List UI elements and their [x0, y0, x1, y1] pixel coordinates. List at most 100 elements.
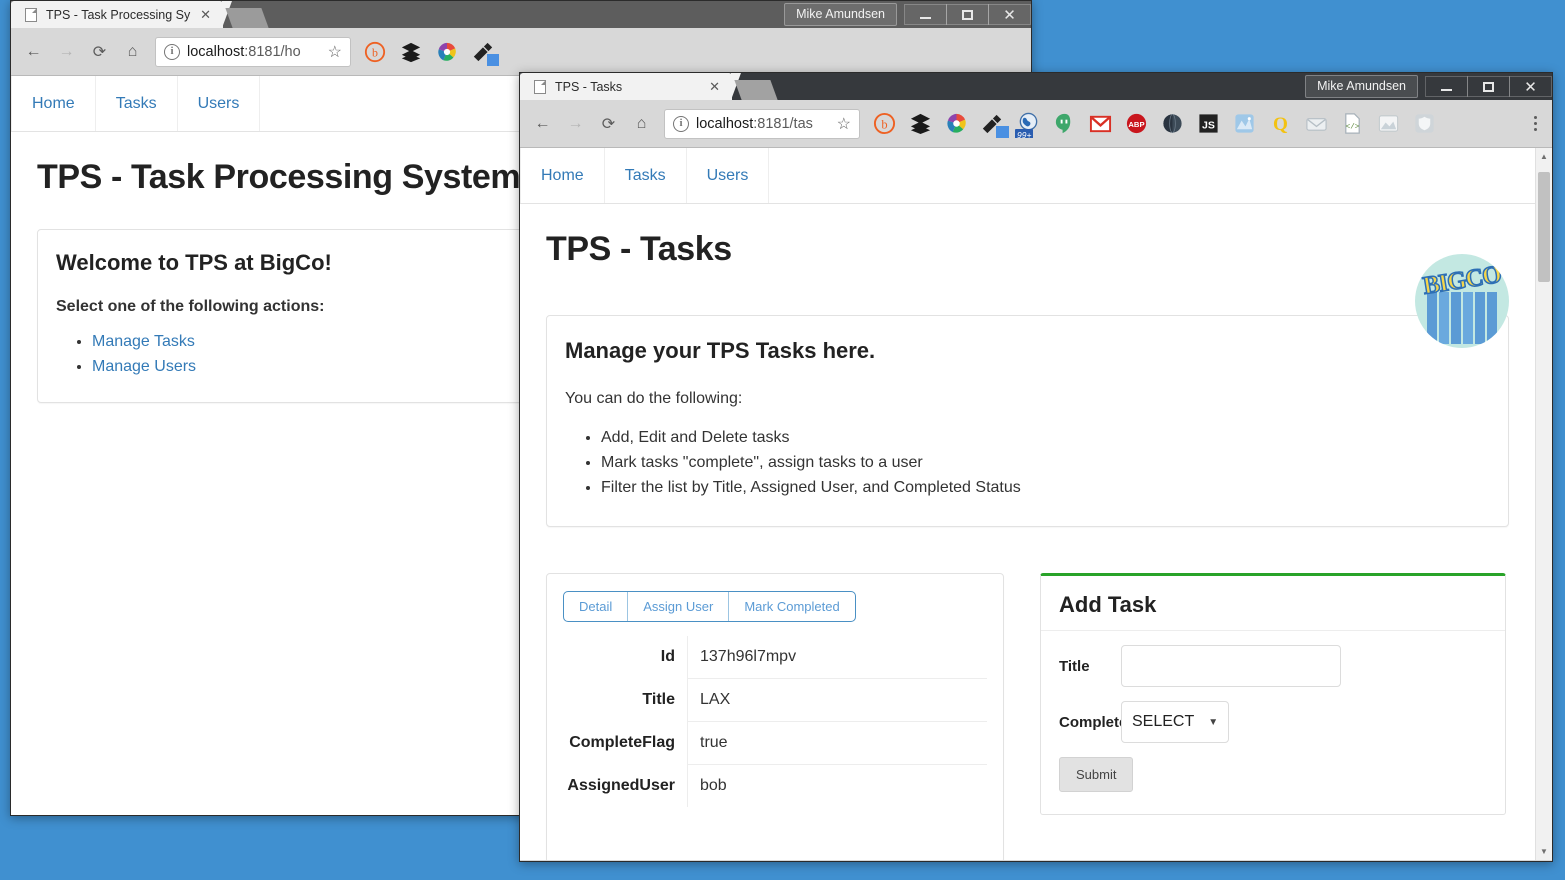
home-icon[interactable]: ⌂ [116, 35, 149, 68]
quora-icon[interactable]: Q [1266, 110, 1294, 138]
profile-name[interactable]: Mike Amundsen [1305, 75, 1418, 98]
maximize-button[interactable] [946, 4, 989, 25]
buffer-icon[interactable] [906, 110, 934, 138]
address-bar[interactable]: i localhost:8181/tas ☆ [664, 108, 860, 139]
submit-button[interactable]: Submit [1059, 757, 1134, 793]
back-icon[interactable]: ← [526, 107, 559, 140]
info-panel: Manage your TPS Tasks here. You can do t… [546, 315, 1509, 528]
window-titlebar[interactable]: TPS - Tasks ✕ Mike Amundsen ✕ [520, 73, 1552, 100]
close-button[interactable]: ✕ [988, 4, 1031, 25]
task-detail-card: Detail Assign User Mark Completed Id 137… [546, 573, 1004, 860]
scroll-up-arrow[interactable]: ▲ [1536, 148, 1552, 165]
hangouts-icon[interactable] [1050, 110, 1078, 138]
window-titlebar[interactable]: TPS - Task Processing Sy ✕ Mike Amundsen… [11, 1, 1031, 28]
site-info-icon[interactable]: i [673, 115, 689, 132]
scroll-down-arrow[interactable]: ▼ [1536, 843, 1552, 860]
url-host: localhost [187, 43, 245, 60]
reload-icon[interactable]: ⟳ [592, 107, 625, 140]
logo-building-bars [1427, 291, 1497, 345]
nav-item-home[interactable]: Home [520, 148, 605, 203]
tab-assign-user[interactable]: Assign User [628, 592, 730, 622]
hangouts-dialer-icon[interactable]: 99+ [1014, 110, 1042, 138]
extension-icons: b 99+ ABP JS Q </> [866, 110, 1524, 138]
new-tab-button[interactable] [734, 80, 778, 100]
field-value-assigneduser: bob [700, 777, 727, 795]
bitly-icon[interactable]: b [361, 38, 389, 66]
new-tab-button[interactable] [225, 8, 269, 28]
color-wheel-icon[interactable] [942, 110, 970, 138]
minimize-button[interactable] [904, 4, 947, 25]
page-scrollbar[interactable]: ▲ ▼ [1535, 148, 1552, 860]
bookmark-star-icon[interactable]: ☆ [837, 114, 851, 134]
bigco-logo: BIGCO [1415, 254, 1509, 348]
title-label: Title [1059, 657, 1090, 675]
page-content: BIGCO TPS - Tasks Manage your TPS Tasks … [520, 230, 1535, 860]
url-path: :8181/ho [244, 43, 301, 60]
network-icon[interactable] [1230, 110, 1258, 138]
chevron-down-icon: ▼ [1208, 716, 1219, 728]
tab-detail[interactable]: Detail [564, 592, 629, 622]
nav-item-users[interactable]: Users [687, 148, 770, 203]
profile-name[interactable]: Mike Amundsen [784, 3, 897, 26]
page-viewport: ▲ ▼ Home Tasks Users BIGCO TPS - Tasks M… [520, 148, 1552, 860]
envelope-icon[interactable] [1302, 110, 1330, 138]
shield-icon[interactable] [1410, 110, 1438, 138]
tab-title: TPS - Task Processing Sy [46, 7, 191, 22]
scrollbar-thumb[interactable] [1538, 172, 1550, 282]
field-label-id: Id [563, 636, 688, 680]
page-title: TPS - Tasks [546, 230, 732, 268]
title-input[interactable] [1121, 645, 1341, 688]
complete-field-row: Complete SELECT ▼ [1041, 701, 1505, 744]
field-label-completeflag: CompleteFlag [563, 722, 688, 766]
minimize-button[interactable] [1425, 76, 1468, 97]
add-task-card: Add Task Title Complete SELECT ▼ Submit [1040, 573, 1506, 816]
browser-toolbar: ← → ⟳ ⌂ i localhost:8181/ho ☆ b [11, 28, 1031, 76]
back-icon[interactable]: ← [17, 35, 50, 68]
home-icon[interactable]: ⌂ [625, 107, 658, 140]
svg-text:JS: JS [1202, 119, 1215, 131]
svg-text:b: b [881, 117, 887, 131]
info-bullets: Add, Edit and Delete tasks Mark tasks "c… [601, 426, 1490, 500]
eyedropper-icon[interactable] [469, 38, 499, 66]
color-wheel-icon[interactable] [433, 38, 461, 66]
close-icon[interactable]: ✕ [705, 79, 724, 95]
buffer-icon[interactable] [397, 38, 425, 66]
nav-item-tasks[interactable]: Tasks [96, 76, 178, 131]
nav-item-home[interactable]: Home [11, 76, 96, 131]
complete-select[interactable]: SELECT ▼ [1121, 701, 1230, 744]
code-file-icon[interactable]: </> [1338, 110, 1366, 138]
bitly-icon[interactable]: b [870, 110, 898, 138]
complete-label: Complete [1059, 713, 1128, 731]
detail-tab-group: Detail Assign User Mark Completed [563, 591, 856, 623]
svg-text:b: b [372, 45, 378, 59]
reload-icon[interactable]: ⟳ [83, 35, 116, 68]
list-item: Filter the list by Title, Assigned User,… [601, 476, 1490, 501]
site-info-icon[interactable]: i [164, 43, 180, 60]
image-icon[interactable] [1374, 110, 1402, 138]
field-value-completeflag: true [688, 722, 987, 766]
nav-item-tasks[interactable]: Tasks [605, 148, 687, 203]
maximize-button[interactable] [1467, 76, 1510, 97]
svg-text:</>: </> [1345, 123, 1359, 131]
title-field-row: Title [1041, 645, 1505, 688]
close-button[interactable]: ✕ [1509, 76, 1552, 97]
url-text: localhost:8181/tas [696, 116, 833, 132]
dark-sphere-icon[interactable] [1158, 110, 1186, 138]
close-icon[interactable]: ✕ [196, 7, 215, 23]
gmail-icon[interactable] [1086, 110, 1114, 138]
list-item: Mark tasks "complete", assign tasks to a… [601, 451, 1490, 476]
kebab-menu-icon[interactable] [1524, 116, 1546, 131]
bookmark-star-icon[interactable]: ☆ [328, 42, 342, 62]
eyedropper-icon[interactable] [978, 110, 1009, 138]
browser-tab[interactable]: TPS - Task Processing Sy ✕ [11, 1, 232, 28]
tab-strip: TPS - Task Processing Sy ✕ [11, 1, 269, 28]
browser-window-foreground[interactable]: TPS - Tasks ✕ Mike Amundsen ✕ ← → ⟳ ⌂ i … [519, 72, 1553, 862]
address-bar[interactable]: i localhost:8181/ho ☆ [155, 36, 351, 67]
browser-tab[interactable]: TPS - Tasks ✕ [520, 73, 741, 100]
link-manage-tasks[interactable]: Manage Tasks [92, 333, 195, 350]
nav-item-users[interactable]: Users [178, 76, 261, 131]
link-manage-users[interactable]: Manage Users [92, 358, 196, 375]
adblock-plus-icon[interactable]: ABP [1122, 110, 1150, 138]
tab-mark-completed[interactable]: Mark Completed [729, 592, 854, 621]
javascript-icon[interactable]: JS [1194, 110, 1222, 138]
